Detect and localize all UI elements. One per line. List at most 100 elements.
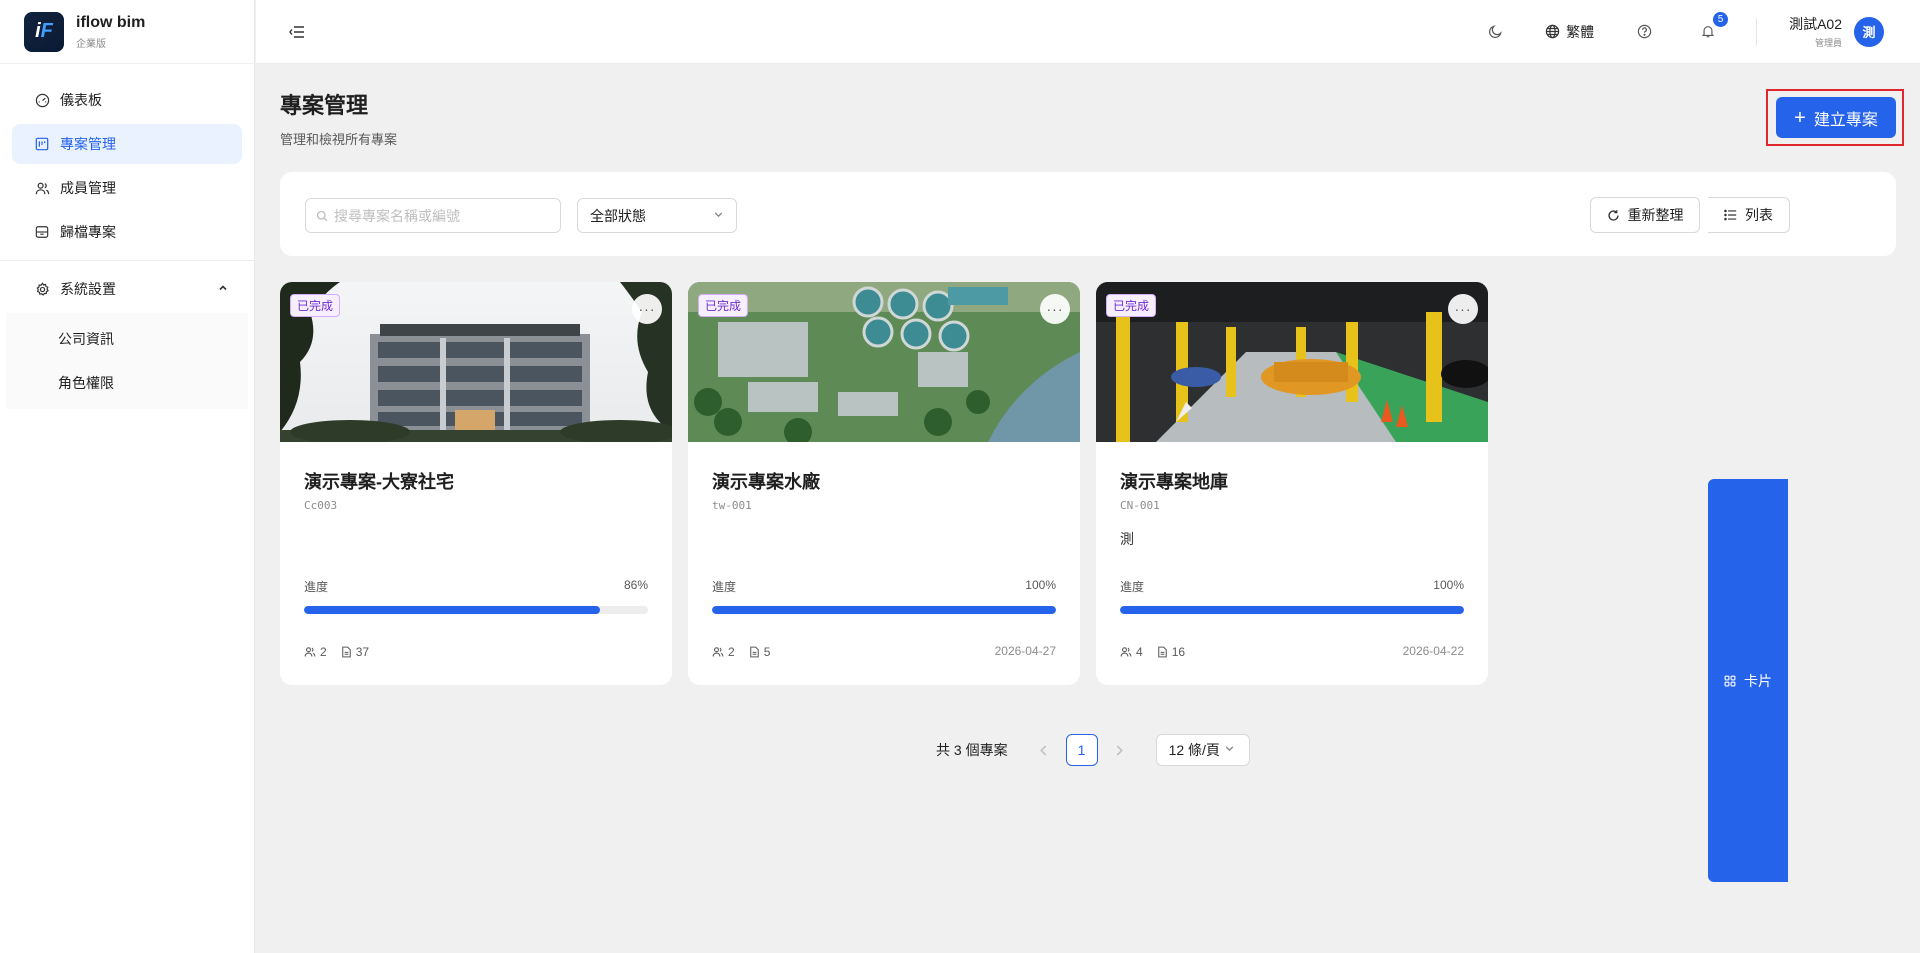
next-page-icon[interactable] bbox=[1104, 745, 1136, 756]
chevron-down-icon bbox=[1224, 743, 1235, 757]
sidebar-item-company-info[interactable]: 公司資訊 bbox=[6, 317, 248, 361]
user-name: 測試A02 bbox=[1789, 16, 1842, 32]
search-placeholder: 搜尋專案名稱或編號 bbox=[334, 207, 460, 224]
app-logo: iF bbox=[24, 11, 64, 52]
sidebar-item-label: 系統設置 bbox=[60, 281, 116, 297]
progress-fill bbox=[304, 606, 600, 614]
notification-badge: 5 bbox=[1713, 11, 1729, 27]
project-code: Cc003 bbox=[304, 499, 338, 512]
dark-mode-icon[interactable] bbox=[1485, 22, 1505, 42]
app-edition: 企業版 bbox=[76, 38, 106, 50]
member-count: 4 bbox=[1136, 645, 1143, 659]
settings-submenu: 公司資訊 角色權限 bbox=[6, 313, 248, 409]
search-input[interactable]: 搜尋專案名稱或編號 bbox=[305, 198, 561, 233]
language-label: 繁體 bbox=[1566, 23, 1595, 40]
create-project-label: 建立專案 bbox=[1813, 111, 1878, 129]
member-count: 2 bbox=[320, 645, 327, 659]
status-filter-select[interactable]: 全部狀態 bbox=[577, 198, 737, 233]
refresh-label: 重新整理 bbox=[1627, 207, 1684, 223]
project-thumbnail: 已完成 ··· bbox=[688, 282, 1080, 442]
divider bbox=[1756, 17, 1758, 46]
status-filter-value: 全部狀態 bbox=[590, 207, 646, 224]
page-size-select[interactable]: 12 條/頁 bbox=[1155, 734, 1250, 766]
help-icon[interactable] bbox=[1634, 22, 1654, 42]
collapse-menu-icon[interactable] bbox=[288, 23, 306, 41]
members-icon bbox=[1120, 647, 1132, 657]
sidebar-item-projects[interactable]: 專案管理 bbox=[12, 124, 242, 164]
project-stats: 2 5 bbox=[712, 645, 784, 659]
card-view-label: 卡片 bbox=[1744, 672, 1772, 689]
list-view-label: 列表 bbox=[1745, 207, 1773, 223]
progress-fill bbox=[712, 606, 1056, 614]
progress-bar bbox=[712, 606, 1056, 614]
user-role: 管理員 bbox=[1814, 38, 1842, 48]
dashboard-icon bbox=[34, 92, 50, 108]
sidebar-item-label: 歸檔專案 bbox=[60, 224, 116, 240]
project-card[interactable]: 已完成 ··· 演示專案水廠 tw-001 進度 100% 2 5 2026-0… bbox=[688, 282, 1080, 685]
file-count: 37 bbox=[355, 645, 370, 659]
page-number[interactable]: 1 bbox=[1065, 734, 1098, 766]
card-view-button[interactable]: 卡片 bbox=[1708, 479, 1788, 882]
sidebar-item-members[interactable]: 成員管理 bbox=[12, 168, 242, 208]
file-icon bbox=[749, 646, 759, 658]
prev-page-icon[interactable] bbox=[1028, 745, 1060, 756]
more-options-icon[interactable]: ··· bbox=[632, 294, 662, 324]
grid-icon bbox=[1724, 675, 1736, 686]
sidebar-item-label: 成員管理 bbox=[60, 180, 116, 196]
notification-bell-icon[interactable]: 5 bbox=[1698, 11, 1729, 42]
top-header: 繁體 5 測試A02 管理員 測 bbox=[256, 0, 1920, 64]
file-icon bbox=[341, 646, 351, 658]
status-badge: 已完成 bbox=[698, 294, 749, 317]
list-view-button[interactable]: 列表 bbox=[1708, 197, 1790, 233]
sidebar-item-dashboard[interactable]: 儀表板 bbox=[12, 80, 242, 120]
progress-label: 進度 bbox=[712, 580, 737, 594]
file-count: 16 bbox=[1171, 645, 1186, 659]
more-options-icon[interactable]: ··· bbox=[1040, 294, 1070, 324]
project-description: 測 bbox=[1120, 531, 1134, 547]
sidebar-item-archive[interactable]: 歸檔專案 bbox=[12, 212, 242, 252]
language-switcher[interactable]: 繁體 bbox=[1545, 22, 1594, 42]
chevron-up-icon[interactable] bbox=[218, 282, 228, 296]
progress-label: 進度 bbox=[1120, 580, 1145, 594]
create-project-button[interactable]: + 建立專案 bbox=[1776, 97, 1896, 138]
project-title: 演示專案水廠 bbox=[712, 472, 820, 492]
refresh-button[interactable]: 重新整理 bbox=[1590, 197, 1700, 233]
progress-fill bbox=[1120, 606, 1464, 614]
project-card[interactable]: 已完成 ··· 演示專案地庫 CN-001 測 進度 100% 4 16 202… bbox=[1096, 282, 1488, 685]
project-date: 2026-04-22 bbox=[1402, 644, 1464, 658]
user-menu[interactable]: 測試A02 管理員 測 bbox=[1789, 14, 1884, 49]
project-title: 演示專案-大寮社宅 bbox=[304, 472, 454, 492]
sidebar-item-role-permissions[interactable]: 角色權限 bbox=[6, 361, 248, 405]
divider bbox=[0, 260, 254, 261]
members-icon bbox=[712, 647, 724, 657]
sidebar-nav: 儀表板 專案管理 成員管理 歸檔專案 系統設置 公司資訊 角色權限 bbox=[0, 64, 254, 425]
progress-label: 進度 bbox=[304, 580, 329, 594]
status-badge: 已完成 bbox=[1106, 294, 1157, 317]
page-description: 管理和檢視所有專案 bbox=[280, 132, 398, 147]
sidebar-item-label: 角色權限 bbox=[58, 375, 114, 391]
page-title: 專案管理 bbox=[280, 93, 369, 118]
more-options-icon[interactable]: ··· bbox=[1448, 294, 1478, 324]
file-icon bbox=[1157, 646, 1167, 658]
project-code: CN-001 bbox=[1120, 499, 1160, 512]
sidebar-item-label: 儀表板 bbox=[60, 92, 102, 108]
brand[interactable]: iF iflow bim 企業版 bbox=[0, 0, 254, 64]
filter-toolbar: 搜尋專案名稱或編號 全部狀態 重新整理 卡片 列表 bbox=[280, 172, 1896, 882]
search-icon bbox=[316, 210, 328, 221]
project-stats: 2 37 bbox=[304, 645, 383, 659]
avatar[interactable]: 測 bbox=[1854, 16, 1884, 47]
project-card[interactable]: 已完成 ··· 演示專案-大寮社宅 Cc003 進度 86% 2 37 bbox=[280, 282, 672, 685]
project-code: tw-001 bbox=[712, 499, 752, 512]
total-count: 共 3 個專案 bbox=[936, 742, 1008, 758]
project-icon bbox=[34, 136, 50, 152]
globe-icon bbox=[1545, 24, 1560, 39]
chevron-down-icon bbox=[713, 209, 724, 223]
sidebar-item-label: 公司資訊 bbox=[58, 331, 114, 347]
page-size-value: 12 條/頁 bbox=[1168, 742, 1220, 758]
project-title: 演示專案地庫 bbox=[1120, 472, 1228, 492]
refresh-icon bbox=[1607, 209, 1619, 221]
progress-value: 86% bbox=[623, 578, 648, 592]
sidebar-item-settings[interactable]: 系統設置 bbox=[12, 269, 242, 309]
project-date: 2026-04-27 bbox=[994, 644, 1056, 658]
progress-value: 100% bbox=[1025, 578, 1056, 592]
